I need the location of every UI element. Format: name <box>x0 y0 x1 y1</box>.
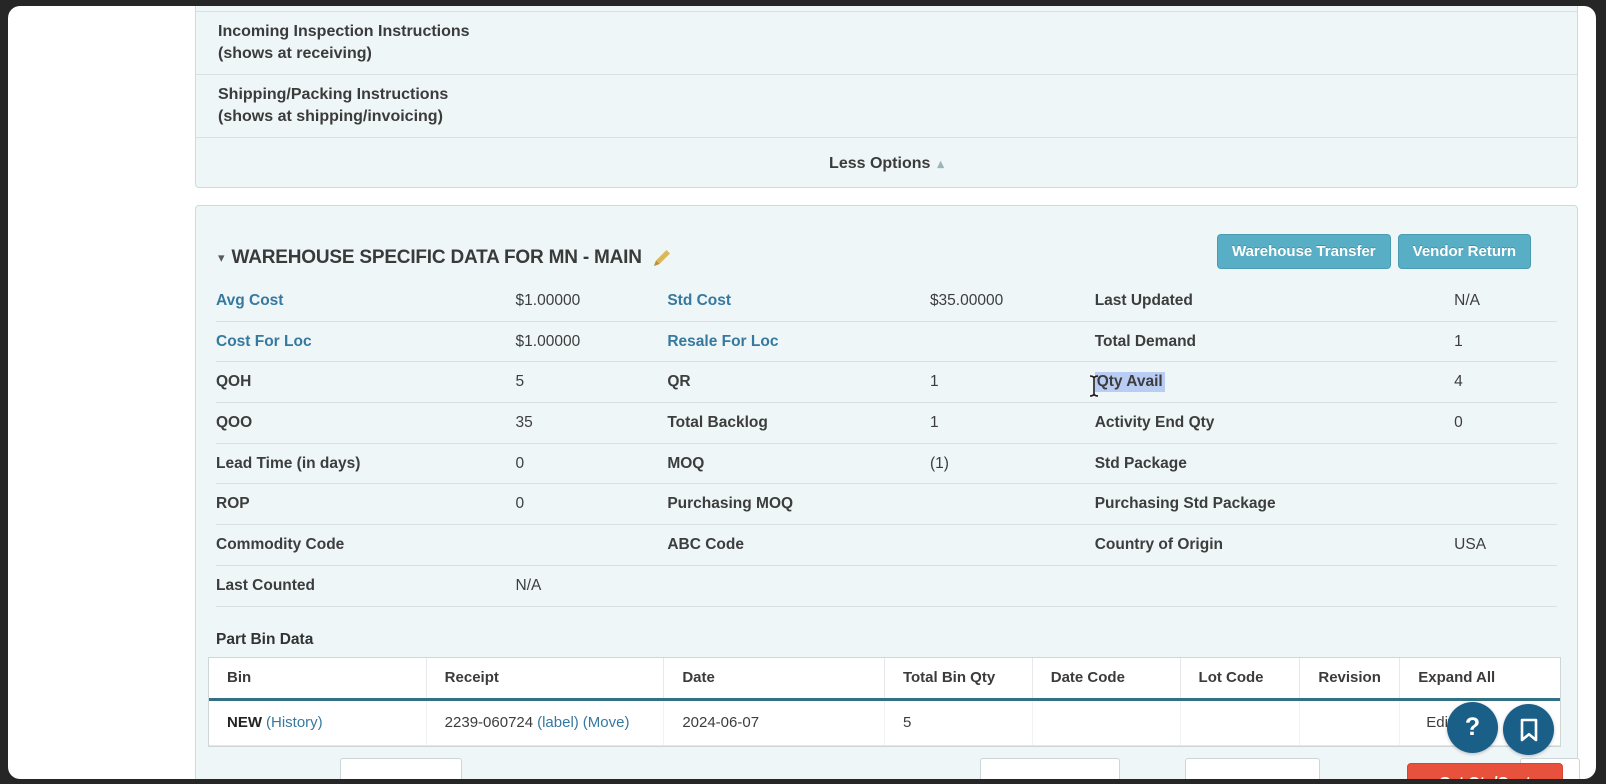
less-options-label: Less Options <box>829 155 930 173</box>
field-row: Commodity Code ABC Code Country of Origi… <box>216 525 1557 566</box>
lead-time-label: Lead Time (in days) <box>216 455 516 473</box>
resale-for-loc-link[interactable]: Resale For Loc <box>667 333 930 351</box>
std-cost-link[interactable]: Std Cost <box>667 292 930 310</box>
more-options-card: Incoming Inspection Instructions (shows … <box>195 6 1578 188</box>
qty-avail-selected-text: Qty Avail <box>1095 372 1165 392</box>
less-options-toggle[interactable]: Less Options <box>196 137 1577 189</box>
column-header-bin: Bin <box>209 658 427 698</box>
date-code-input-field[interactable] <box>980 758 1120 779</box>
qr-value: 1 <box>930 373 1095 391</box>
column-header-date-code: Date Code <box>1033 658 1181 698</box>
qty-avail-label: Qty Avail <box>1095 373 1454 391</box>
last-counted-label: Last Counted <box>216 577 516 595</box>
part-bin-data-title: Part Bin Data <box>196 607 1577 657</box>
total-backlog-value: 1 <box>930 414 1095 432</box>
incoming-inspection-label: Incoming Inspection Instructions <box>218 21 1577 43</box>
help-button[interactable]: ? <box>1447 702 1498 753</box>
warehouse-data-card: WAREHOUSE SPECIFIC DATA FOR MN - MAIN Wa… <box>195 205 1578 779</box>
receipt-date: 2024-06-07 <box>664 701 885 745</box>
receipt-number: 2239-060724 <box>445 714 533 731</box>
part-bin-table-header: Bin Receipt Date Total Bin Qty Date Code… <box>209 658 1560 701</box>
purchasing-std-package-label: Purchasing Std Package <box>1095 495 1454 513</box>
field-row: QOH 5 QR 1 Qty Avail 4 <box>216 362 1557 403</box>
shipping-packing-label: Shipping/Packing Instructions <box>218 84 1577 106</box>
field-row: Lead Time (in days) 0 MOQ (1) Std Packag… <box>216 444 1557 485</box>
total-backlog-label: Total Backlog <box>667 414 930 432</box>
field-row: Avg Cost $1.00000 Std Cost $35.00000 Las… <box>216 281 1557 322</box>
column-header-revision: Revision <box>1300 658 1400 698</box>
cost-for-loc-link[interactable]: Cost For Loc <box>216 333 516 351</box>
table-row: NEW (History) 2239-060724 (label) (Move)… <box>209 701 1560 746</box>
bookmark-icon <box>1518 717 1540 743</box>
get-qty-cost-button[interactable]: Get Qty/Cost <box>1407 763 1563 779</box>
column-header-lot-code: Lot Code <box>1181 658 1301 698</box>
abc-code-label: ABC Code <box>667 536 930 554</box>
edit-pencil-icon[interactable] <box>650 246 672 268</box>
part-bin-table: Bin Receipt Date Total Bin Qty Date Code… <box>208 657 1561 747</box>
avg-cost-link[interactable]: Avg Cost <box>216 292 516 310</box>
column-header-receipt: Receipt <box>427 658 665 698</box>
rop-label: ROP <box>216 495 516 513</box>
field-row: Cost For Loc $1.00000 Resale For Loc Tot… <box>216 322 1557 363</box>
lot-code-input-field[interactable] <box>1185 758 1320 779</box>
total-demand-label: Total Demand <box>1095 333 1454 351</box>
incoming-inspection-sublabel: (shows at receiving) <box>218 43 1577 65</box>
last-updated-value: N/A <box>1454 292 1557 310</box>
incoming-inspection-row: Incoming Inspection Instructions (shows … <box>196 11 1577 74</box>
qr-label: QR <box>667 373 930 391</box>
std-cost-value: $35.00000 <box>930 292 1095 310</box>
field-row: QOO 35 Total Backlog 1 Activity End Qty … <box>216 403 1557 444</box>
receipt-label-link[interactable]: (label) <box>537 714 579 731</box>
vendor-return-button[interactable]: Vendor Return <box>1398 234 1531 269</box>
collapse-caret-icon[interactable] <box>218 249 232 267</box>
total-demand-value: 1 <box>1454 333 1557 351</box>
revision-value <box>1300 701 1400 745</box>
expand-all-link[interactable]: Expand All <box>1400 658 1560 698</box>
shipping-packing-sublabel: (shows at shipping/invoicing) <box>218 106 1577 128</box>
moq-value: (1) <box>930 455 1095 473</box>
activity-end-qty-value: 0 <box>1454 414 1557 432</box>
caret-up-icon <box>930 155 944 173</box>
purchasing-moq-label: Purchasing MOQ <box>667 495 930 513</box>
qoo-label: QOO <box>216 414 516 432</box>
column-header-total-bin-qty: Total Bin Qty <box>885 658 1033 698</box>
qoh-value: 5 <box>516 373 668 391</box>
warehouse-card-title: WAREHOUSE SPECIFIC DATA FOR MN - MAIN <box>232 247 642 269</box>
avg-cost-value: $1.00000 <box>516 292 668 310</box>
country-of-origin-value: USA <box>1454 536 1557 554</box>
last-counted-value: N/A <box>516 577 668 595</box>
commodity-code-label: Commodity Code <box>216 536 516 554</box>
warehouse-transfer-button[interactable]: Warehouse Transfer <box>1217 234 1391 269</box>
rop-value: 0 <box>516 495 668 513</box>
cost-for-loc-value: $1.00000 <box>516 333 668 351</box>
std-package-label: Std Package <box>1095 455 1454 473</box>
country-of-origin-label: Country of Origin <box>1095 536 1454 554</box>
bin-input-field[interactable] <box>340 758 462 779</box>
column-header-date: Date <box>664 658 885 698</box>
warehouse-card-header: WAREHOUSE SPECIFIC DATA FOR MN - MAIN Wa… <box>196 206 1577 281</box>
bin-name: NEW <box>227 714 262 731</box>
total-bin-qty-value: 5 <box>885 701 1033 745</box>
receipt-move-link[interactable]: (Move) <box>583 714 630 731</box>
qty-avail-value: 4 <box>1454 373 1557 391</box>
field-row: ROP 0 Purchasing MOQ Purchasing Std Pack… <box>216 484 1557 525</box>
qoh-label: QOH <box>216 373 516 391</box>
qoo-value: 35 <box>516 414 668 432</box>
date-code-value <box>1033 701 1181 745</box>
app-page: Incoming Inspection Instructions (shows … <box>8 6 1596 779</box>
activity-end-qty-label: Activity End Qty <box>1095 414 1454 432</box>
text-cursor-icon <box>1088 374 1100 398</box>
question-mark-icon: ? <box>1465 713 1480 742</box>
shipping-packing-row: Shipping/Packing Instructions (shows at … <box>196 74 1577 137</box>
moq-label: MOQ <box>667 455 930 473</box>
last-updated-label: Last Updated <box>1095 292 1454 310</box>
lead-time-value: 0 <box>516 455 668 473</box>
bookmark-button[interactable] <box>1503 704 1554 755</box>
warehouse-fields-grid: Avg Cost $1.00000 Std Cost $35.00000 Las… <box>196 281 1577 607</box>
field-row: Last Counted N/A <box>216 566 1557 607</box>
bin-history-link[interactable]: (History) <box>266 714 323 731</box>
lot-code-value <box>1181 701 1301 745</box>
